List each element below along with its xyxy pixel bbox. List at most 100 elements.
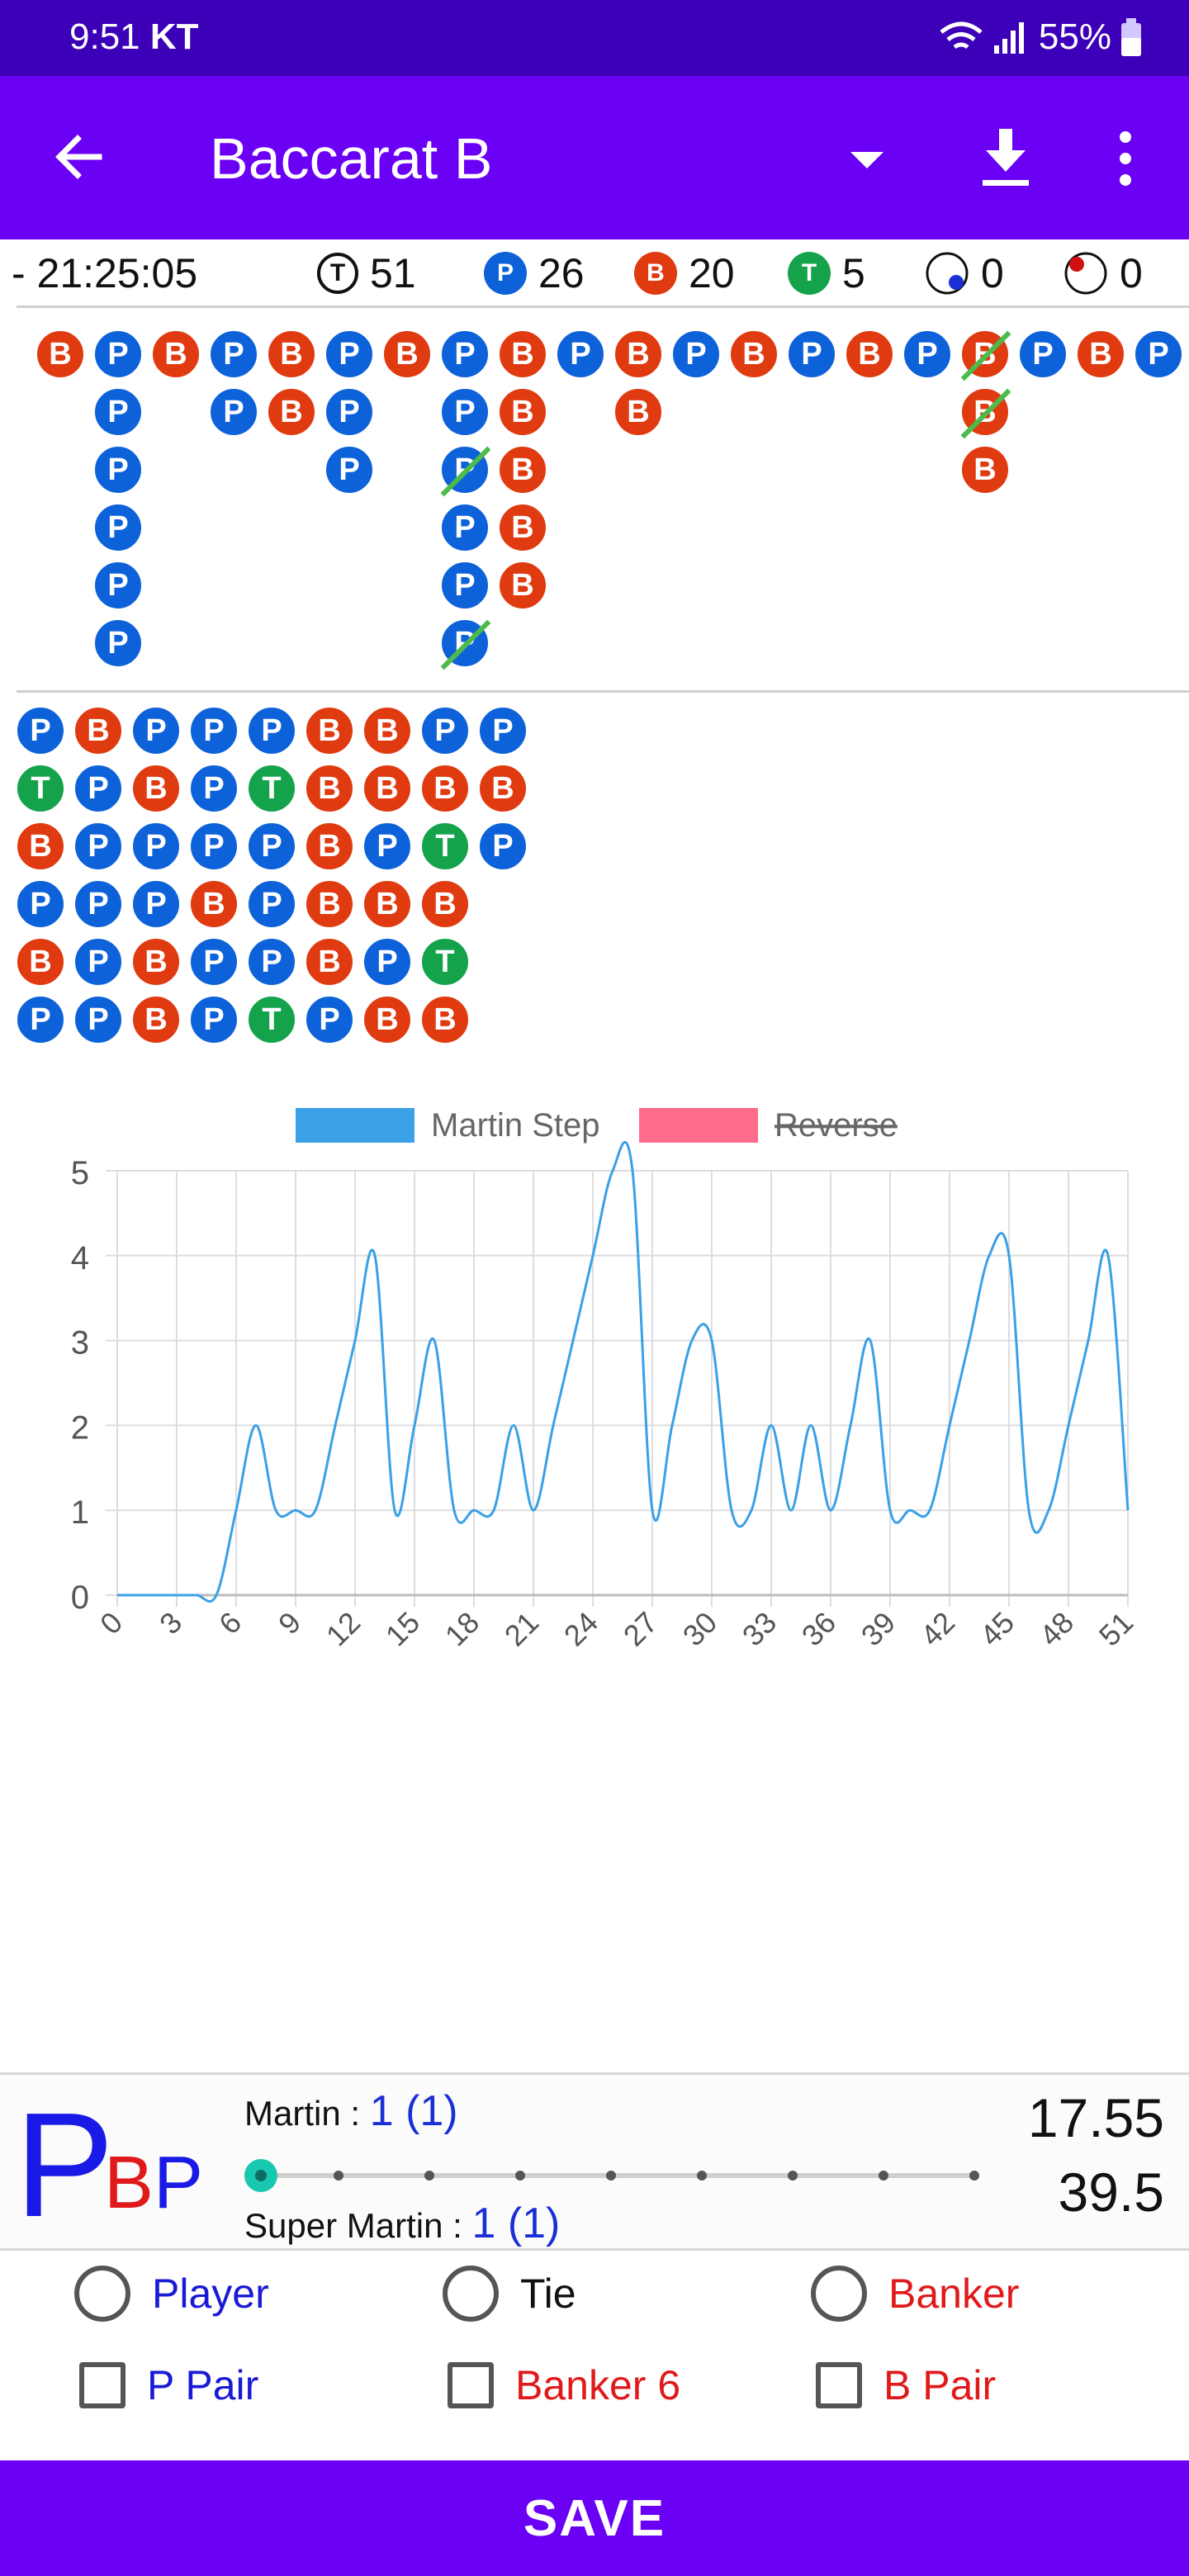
bead-banker: B	[130, 994, 182, 1045]
big-road-player: P	[92, 502, 144, 553]
tie-icon: T	[788, 252, 831, 295]
prediction-secondary: BP	[104, 2142, 204, 2224]
big-road-banker: B	[497, 329, 548, 380]
value-top: 17.55	[1027, 2087, 1164, 2148]
big-road-banker: B	[1075, 329, 1126, 380]
bead-player: P	[188, 936, 239, 987]
bead-player: P	[130, 705, 182, 756]
bead-banker: B	[304, 821, 355, 872]
big-road-player: P	[439, 329, 490, 380]
stats-tie: T 5	[788, 249, 865, 297]
download-icon[interactable]	[979, 125, 1032, 192]
slider-knob[interactable]	[244, 2159, 277, 2192]
bead-player: P	[362, 821, 413, 872]
battery-percent: 55%	[1038, 17, 1111, 57]
x-tick-label: 27	[617, 1605, 664, 1652]
legend-label: Martin Step	[431, 1107, 600, 1144]
divider-top	[17, 305, 1189, 308]
bead-banker: B	[362, 878, 413, 930]
bead-road: PTBPBPBPPPPPPBPPBBPPPBPPPTPPPTBBBBBPBBPB…	[0, 703, 578, 1058]
big-road-player: P	[439, 560, 490, 611]
bead-player: P	[73, 936, 124, 987]
more-vert-icon[interactable]	[1106, 125, 1144, 192]
wifi-icon	[940, 21, 983, 50]
option-player[interactable]: Player	[74, 2266, 269, 2322]
player-pair-icon	[926, 252, 969, 295]
bead-tie: T	[419, 821, 471, 872]
total-icon: T	[317, 253, 358, 294]
bead-player: P	[188, 763, 239, 814]
big-road-player: P	[1017, 329, 1068, 380]
big-road-banker: B	[35, 329, 86, 380]
divider-mid	[17, 690, 1189, 693]
option-b-pair[interactable]: B Pair	[816, 2361, 996, 2409]
save-button[interactable]: SAVE	[0, 2460, 1189, 2576]
big-road-player: P	[92, 329, 144, 380]
big-road-banker: B	[150, 329, 201, 380]
martin-slider[interactable]	[244, 2159, 979, 2192]
big-road-player: P	[208, 329, 259, 380]
dropdown-arrow-icon[interactable]	[846, 145, 888, 175]
big-road-banker: B	[497, 444, 548, 495]
big-road-banker: B	[266, 386, 317, 438]
x-tick-label: 18	[438, 1605, 486, 1652]
option-p-pair[interactable]: P Pair	[79, 2361, 258, 2409]
battery-icon	[1121, 18, 1141, 56]
back-arrow-icon[interactable]	[50, 127, 109, 187]
slider-tick	[515, 2171, 525, 2181]
y-tick-label: 2	[71, 1409, 89, 1446]
x-tick-label: 33	[736, 1605, 783, 1652]
bead-banker: B	[304, 763, 355, 814]
slider-tick	[334, 2171, 343, 2181]
bead-banker: B	[304, 705, 355, 756]
bead-banker: B	[73, 705, 124, 756]
prediction-main: P	[15, 2082, 115, 2248]
status-right: 55%	[938, 17, 1143, 58]
player-radio[interactable]	[74, 2266, 130, 2322]
bead-player: P	[246, 821, 297, 872]
big-road-player: P	[92, 386, 144, 438]
bead-player: P	[188, 705, 239, 756]
bead-player: P	[246, 878, 297, 930]
x-tick-label: 48	[1033, 1605, 1080, 1652]
option-banker[interactable]: Banker	[811, 2266, 1019, 2322]
b-pair-checkbox[interactable]	[816, 2362, 862, 2408]
big-road-player: P	[324, 329, 375, 380]
bead-player: P	[477, 821, 528, 872]
bead-player: P	[246, 705, 297, 756]
bead-player: P	[73, 994, 124, 1045]
x-tick-label: 3	[153, 1605, 188, 1641]
stats-banker-pair: 0	[1063, 249, 1143, 297]
banker6-checkbox[interactable]	[448, 2362, 494, 2408]
x-tick-label: 21	[498, 1605, 545, 1652]
option-tie[interactable]: Tie	[443, 2266, 576, 2322]
martin-step-chart: 0123450 3 6 9 12 15 18 21 24 27 30 33 36 39 42 45 48 51Ma…	[71, 1107, 1139, 1652]
big-road-player: P	[208, 386, 259, 438]
option-banker6[interactable]: Banker 6	[448, 2361, 680, 2409]
big-road-banker: B	[728, 329, 779, 380]
bead-player: P	[73, 821, 124, 872]
bead-banker: B	[15, 936, 66, 987]
bead-player: P	[15, 705, 66, 756]
banker-radio[interactable]	[811, 2266, 867, 2322]
x-tick-label: 9	[272, 1605, 307, 1641]
x-tick-label: 39	[855, 1605, 902, 1652]
bead-player: P	[362, 936, 413, 987]
p-pair-checkbox[interactable]	[79, 2362, 126, 2408]
tie-radio[interactable]	[443, 2266, 499, 2322]
x-tick-label: 15	[379, 1605, 426, 1652]
x-tick-label: 42	[914, 1605, 961, 1652]
x-tick-label: 24	[557, 1605, 604, 1652]
slider-tick	[424, 2171, 434, 2181]
big-road-player: P	[324, 444, 375, 495]
bead-tie: T	[419, 936, 471, 987]
big-road-player: P	[92, 444, 144, 495]
bead-player: P	[15, 994, 66, 1045]
bead-player: P	[477, 705, 528, 756]
banker-pair-icon	[1064, 252, 1107, 295]
bet-panel: P BP Martin : 1 (1) Super Martin : 1 (1)…	[0, 2072, 1189, 2251]
y-tick-label: 5	[71, 1155, 89, 1191]
bead-tie: T	[15, 763, 66, 814]
big-road-player: P	[439, 502, 490, 553]
x-tick-label: 12	[320, 1605, 367, 1652]
